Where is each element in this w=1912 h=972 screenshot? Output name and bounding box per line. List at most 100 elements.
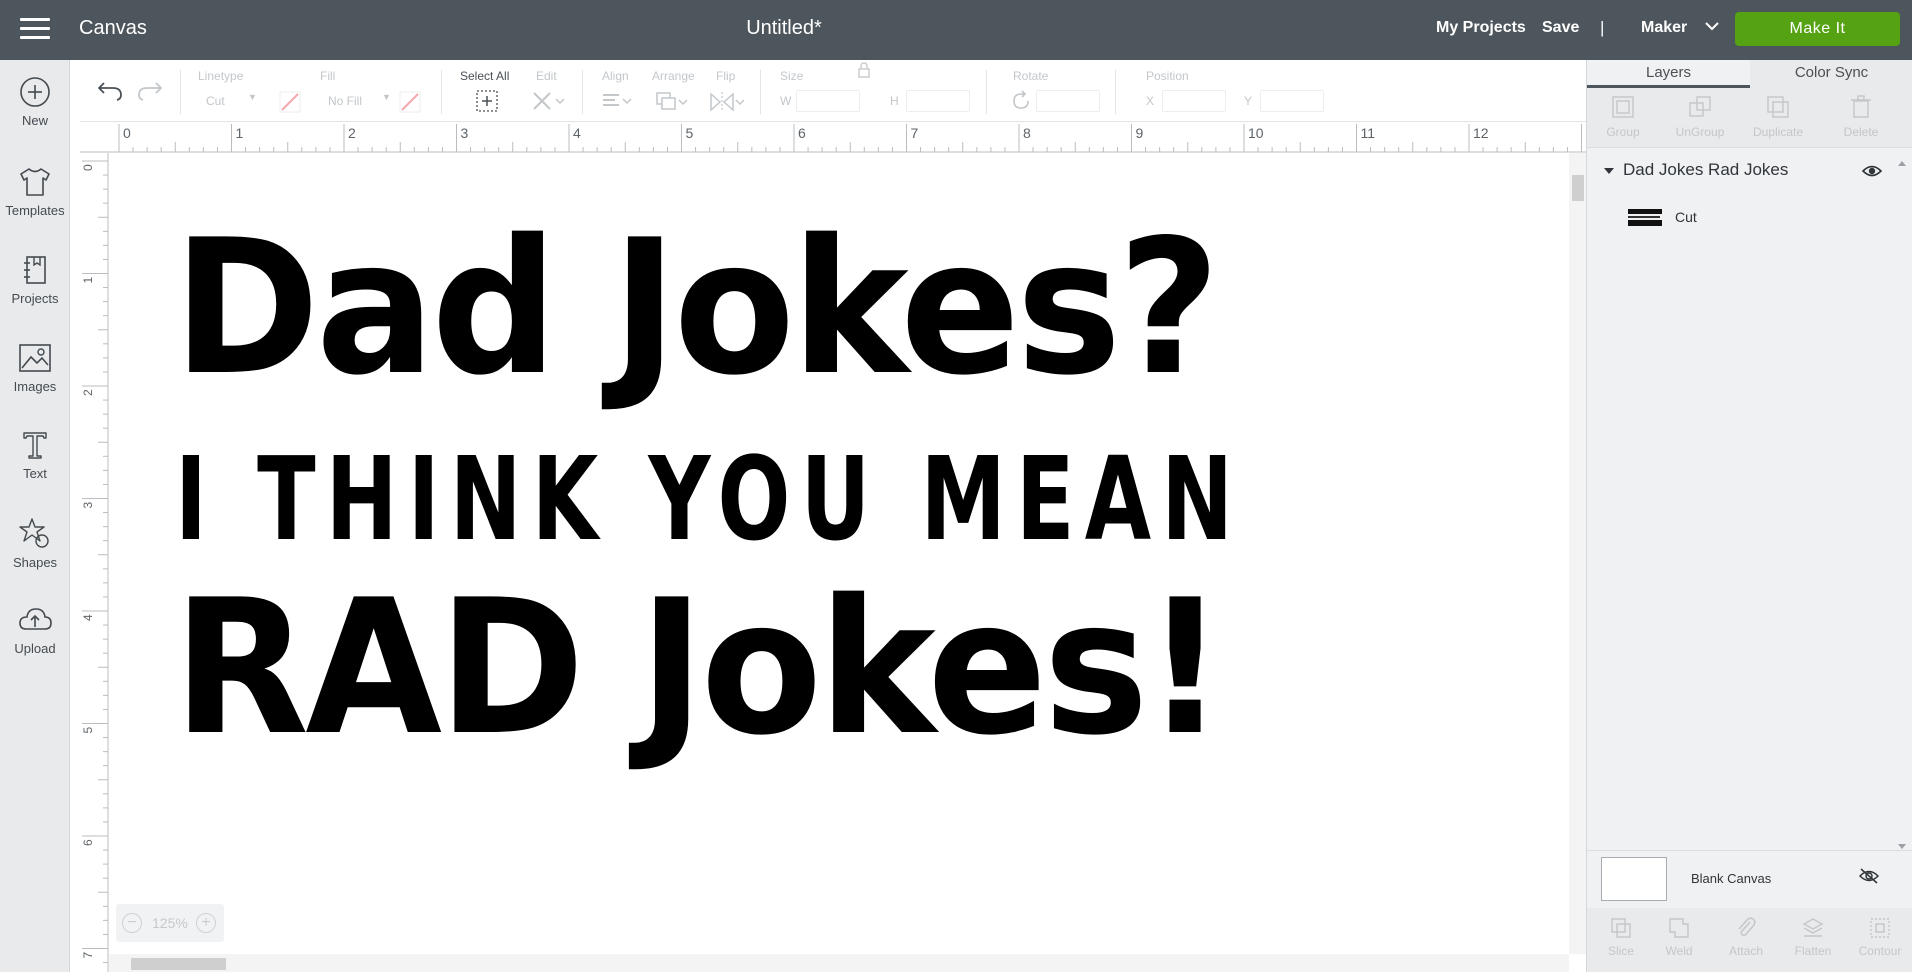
edit-label: Edit (536, 69, 557, 83)
flatten-label: Flatten (1794, 944, 1832, 958)
design-canvas[interactable]: Dad Jokes? I THINK YOU MEAN RAD Jokes! (109, 153, 1569, 954)
contour-label: Contour (1858, 944, 1902, 958)
caret-down-icon[interactable] (1603, 166, 1615, 176)
layer-tools: Group UnGroup Duplicate Delete (1587, 88, 1912, 148)
zoom-out-button[interactable]: − (122, 913, 142, 933)
document-title: Untitled* (746, 17, 822, 39)
notebook-icon (24, 256, 46, 284)
slice-icon (1611, 918, 1631, 938)
arrange-label: Arrange (652, 69, 695, 83)
design-text-line-3[interactable]: RAD Jokes! (173, 573, 1225, 763)
vertical-scrollbar[interactable] (1569, 153, 1586, 954)
make-it-button[interactable]: Make It (1735, 12, 1900, 46)
contour-icon (1870, 918, 1890, 938)
eye-off-icon[interactable] (1858, 867, 1880, 885)
ruler-tick-label: 7 (81, 952, 95, 959)
toolbar-divider (1115, 70, 1116, 114)
sidebar-item-shapes[interactable]: Shapes (0, 516, 70, 586)
blank-canvas-swatch[interactable] (1601, 857, 1667, 901)
linetype-select[interactable]: Cut ▼ (198, 90, 258, 112)
select-all-icon[interactable] (474, 88, 500, 114)
blank-canvas-row[interactable]: Blank Canvas (1587, 850, 1912, 916)
edit-tools-icon[interactable] (530, 89, 566, 113)
machine-selector[interactable]: Maker (1641, 19, 1719, 37)
arrange-icon[interactable] (654, 90, 690, 114)
sidebar-item-images[interactable]: Images (0, 342, 70, 412)
zoom-in-button[interactable]: + (196, 913, 216, 933)
layer-group-row[interactable]: Dad Jokes Rad Jokes (1587, 156, 1912, 186)
slice-button[interactable]: Slice (1590, 916, 1652, 958)
ruler-tick-label: 8 (1023, 125, 1031, 141)
toolbar-divider (180, 70, 181, 114)
toolbar-divider (760, 70, 761, 114)
top-ruler: 01234567891011121 (80, 122, 1586, 153)
ruler-tick-label: 5 (81, 727, 95, 734)
x-position-input[interactable] (1162, 90, 1226, 112)
fill-color-swatch[interactable] (398, 90, 422, 114)
lock-icon[interactable] (856, 61, 872, 79)
ruler-tick-label: 4 (81, 614, 95, 621)
redo-icon[interactable] (136, 78, 164, 102)
sidebar-item-upload[interactable]: Upload (0, 604, 70, 674)
image-icon (19, 344, 51, 372)
caret-down-icon: ▼ (382, 92, 391, 102)
layer-thumbnail (1625, 205, 1665, 231)
horizontal-scrollbar[interactable] (109, 954, 1569, 972)
undo-icon[interactable] (96, 78, 124, 102)
linetype-label: Linetype (198, 69, 244, 83)
sidebar-label: Shapes (12, 555, 58, 570)
rotate-input[interactable] (1036, 90, 1100, 112)
sidebar-item-text[interactable]: Text (0, 429, 70, 499)
group-button[interactable]: Group (1583, 94, 1663, 139)
align-icon[interactable] (600, 90, 634, 114)
flatten-button[interactable]: Flatten (1782, 916, 1844, 958)
my-projects-link[interactable]: My Projects (1436, 19, 1526, 37)
ruler-tick-label: 1 (81, 277, 95, 284)
design-text-line-1[interactable]: Dad Jokes? (173, 213, 1220, 403)
text-icon (23, 432, 47, 459)
shapes-icon (19, 518, 49, 548)
machine-label: Maker (1641, 19, 1688, 36)
duplicate-button[interactable]: Duplicate (1738, 94, 1818, 139)
flip-label: Flip (716, 69, 736, 83)
width-input[interactable] (796, 90, 860, 112)
layer-item[interactable]: Cut (1587, 200, 1912, 236)
y-position-input[interactable] (1260, 90, 1324, 112)
contour-button[interactable]: Contour (1849, 916, 1911, 958)
align-label: Align (602, 69, 629, 83)
ruler-tick-label: 9 (1136, 125, 1144, 141)
panel-scrollbar[interactable] (1895, 160, 1909, 850)
flip-icon[interactable] (708, 90, 746, 114)
ruler-tick-label: 6 (81, 839, 95, 846)
ruler-tick-label: 0 (123, 125, 131, 141)
fill-select[interactable]: No Fill ▼ (320, 90, 391, 112)
delete-button[interactable]: Delete (1821, 94, 1901, 139)
y-label: Y (1244, 94, 1253, 108)
ungroup-button[interactable]: UnGroup (1660, 94, 1740, 139)
ruler-tick-label: 10 (1248, 125, 1264, 141)
sidebar-item-projects[interactable]: Projects (0, 254, 70, 324)
tab-color-sync[interactable]: Color Sync (1750, 60, 1912, 88)
ruler-tick-label: 3 (81, 502, 95, 509)
eye-icon[interactable] (1862, 163, 1882, 179)
sidebar-item-templates[interactable]: Templates (0, 166, 70, 236)
ruler-tick-label: 12 (1473, 125, 1489, 141)
left-sidebar: New Templates Projects Images Text Shape… (0, 60, 70, 972)
attach-button[interactable]: Attach (1715, 916, 1777, 958)
delete-label: Delete (1843, 125, 1879, 139)
weld-button[interactable]: Weld (1648, 916, 1710, 958)
position-label: Position (1146, 69, 1189, 83)
layers-panel: Layers Color Sync Group UnGroup Duplicat… (1586, 60, 1912, 972)
ruler-tick-label: 0 (81, 164, 95, 171)
plus-circle-icon (20, 77, 50, 107)
tshirt-icon (20, 168, 50, 196)
toolbar-divider (986, 70, 987, 114)
design-text-line-2[interactable]: I THINK YOU MEAN (175, 436, 1243, 562)
save-button[interactable]: Save (1542, 19, 1579, 37)
tab-layers[interactable]: Layers (1587, 60, 1750, 88)
sidebar-item-new[interactable]: New (0, 76, 70, 146)
scroll-thumb[interactable] (131, 958, 226, 970)
scroll-thumb[interactable] (1572, 175, 1584, 201)
linetype-color-swatch[interactable] (278, 90, 302, 114)
height-input[interactable] (906, 90, 970, 112)
